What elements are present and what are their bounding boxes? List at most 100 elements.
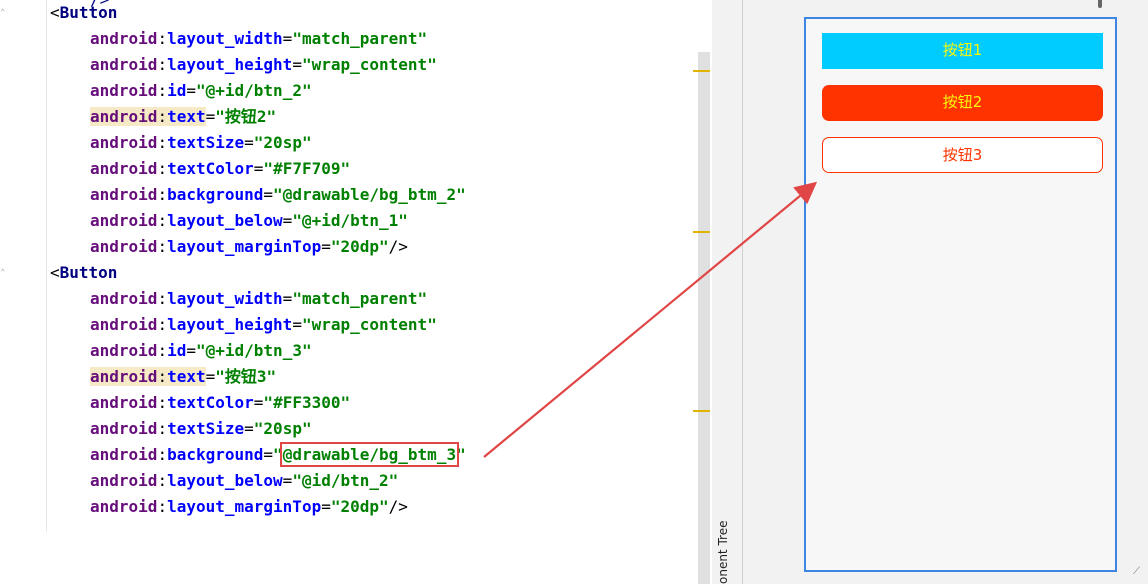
attr-colon: : [157,289,168,308]
attr-value: 20dp [340,237,380,256]
code-line[interactable]: android:id="@+id/btn_2" [90,78,312,104]
code-line[interactable]: android:textColor="#F7F709" [90,156,350,182]
code-line[interactable]: android:layout_below="@id/btn_2" [90,468,398,494]
resize-handle-icon[interactable]: ⟋ [1133,566,1140,577]
attr-value: 按钮3 [224,367,267,386]
device-preview[interactable]: 按钮1 按钮2 按钮3 [804,17,1117,572]
quote: " [417,29,428,48]
attr-name: id [167,341,187,360]
quote: " [340,159,351,178]
tag-name: Button [59,263,118,282]
attr-namespace: android [90,419,158,438]
quote: " [456,445,466,464]
attr-equals: = [282,29,293,48]
attr-name: layout_height [167,55,293,74]
attr-equals: = [263,185,274,204]
attr-colon: : [157,107,168,126]
attr-namespace: android [90,159,158,178]
attr-namespace: android [90,81,158,100]
quote: " [340,393,351,412]
attr-value: match_parent [301,289,418,308]
attr-name: layout_below [167,471,283,490]
attr-namespace: android [90,471,158,490]
quote: " [301,133,312,152]
code-line[interactable]: android:layout_marginTop="20dp"/> [90,234,408,260]
attr-equals: = [282,211,293,230]
attr-colon: : [157,497,168,516]
gutter-divider [46,0,47,532]
code-line[interactable]: android:textSize="20sp" [90,130,312,156]
attr-value: #F7F709 [273,159,341,178]
code-line[interactable]: android:layout_width="match_parent" [90,286,427,312]
code-line[interactable]: android:layout_marginTop="20dp"/> [90,494,408,520]
tag-open: < [50,3,60,22]
code-line[interactable]: android:text="按钮2" [90,104,276,130]
attr-value: 20dp [340,497,380,516]
attr-namespace: android [90,289,158,308]
attr-value: @+id/btn_2 [205,81,302,100]
code-line[interactable]: android:layout_height="wrap_content" [90,312,437,338]
preview-button-1[interactable]: 按钮1 [822,33,1103,69]
attr-value: @+id/btn_3 [205,341,302,360]
attr-name: id [167,81,187,100]
attr-name: textSize [167,133,245,152]
attr-equals: = [205,367,216,386]
code-line[interactable]: android:layout_height="wrap_content" [90,52,437,78]
code-editor[interactable]: /> ⌃<Buttonandroid:layout_width="match_p… [0,0,712,584]
fold-icon[interactable]: ⌃ [0,267,8,279]
tag-open: < [50,263,60,282]
attr-colon: : [157,341,168,360]
attr-name: layout_marginTop [167,497,322,516]
attr-colon: : [157,445,168,464]
code-line[interactable]: android:textColor="#FF3300" [90,390,350,416]
quote: " [427,55,437,74]
attr-colon: : [157,471,168,490]
attr-equals: = [282,471,293,490]
attr-value: #FF3300 [273,393,341,412]
attr-name: background [167,445,264,464]
code-line[interactable]: android:background="@drawable/bg_btm_2" [90,182,466,208]
attr-value: wrap_content [311,55,428,74]
quote: " [301,419,312,438]
attr-namespace: android [90,185,158,204]
code-line[interactable]: android:text="按钮3" [90,364,276,390]
attr-colon: : [157,133,168,152]
attr-name: textColor [167,159,254,178]
attr-name: textColor [167,393,254,412]
attr-equals: = [263,445,274,464]
attr-colon: : [157,315,168,334]
attr-equals: = [253,393,264,412]
code-line[interactable]: android:layout_width="match_parent" [90,26,427,52]
quote: " [292,289,302,308]
code-line[interactable]: <Button [50,260,117,286]
attr-value: match_parent [301,29,418,48]
code-line[interactable]: android:textSize="20sp" [90,416,312,442]
attr-value: @+id/btn_1 [301,211,399,230]
code-line[interactable]: android:background="@drawable/bg_btm_3" [90,442,466,468]
quote: " [292,29,302,48]
quote: " [388,471,399,490]
fold-icon[interactable]: ⌃ [0,7,8,19]
code-line[interactable]: android:id="@+id/btn_3" [90,338,312,364]
quote: " [398,211,408,230]
quote: " [417,289,428,308]
attr-value: @id/btn_2 [301,471,389,490]
attr-equals: = [244,419,254,438]
preview-button-3[interactable]: 按钮3 [822,137,1103,173]
attr-equals: = [321,497,331,516]
quote: " [427,315,437,334]
component-tree-tab[interactable]: onent Tree [716,521,730,584]
attr-equals: = [292,315,302,334]
code-line[interactable]: android:layout_below="@+id/btn_1" [90,208,408,234]
editor-scrollbar[interactable] [698,52,710,584]
attr-namespace: android [90,341,158,360]
quote: " [273,445,283,464]
preview-button-2[interactable]: 按钮2 [822,85,1103,121]
attr-namespace: android [90,497,158,516]
attr-namespace: android [90,393,158,412]
quote: " [301,81,312,100]
scroll-marker [693,231,710,233]
attr-equals: = [186,341,196,360]
code-line[interactable]: <Button [50,0,117,26]
attr-colon: : [157,159,168,178]
